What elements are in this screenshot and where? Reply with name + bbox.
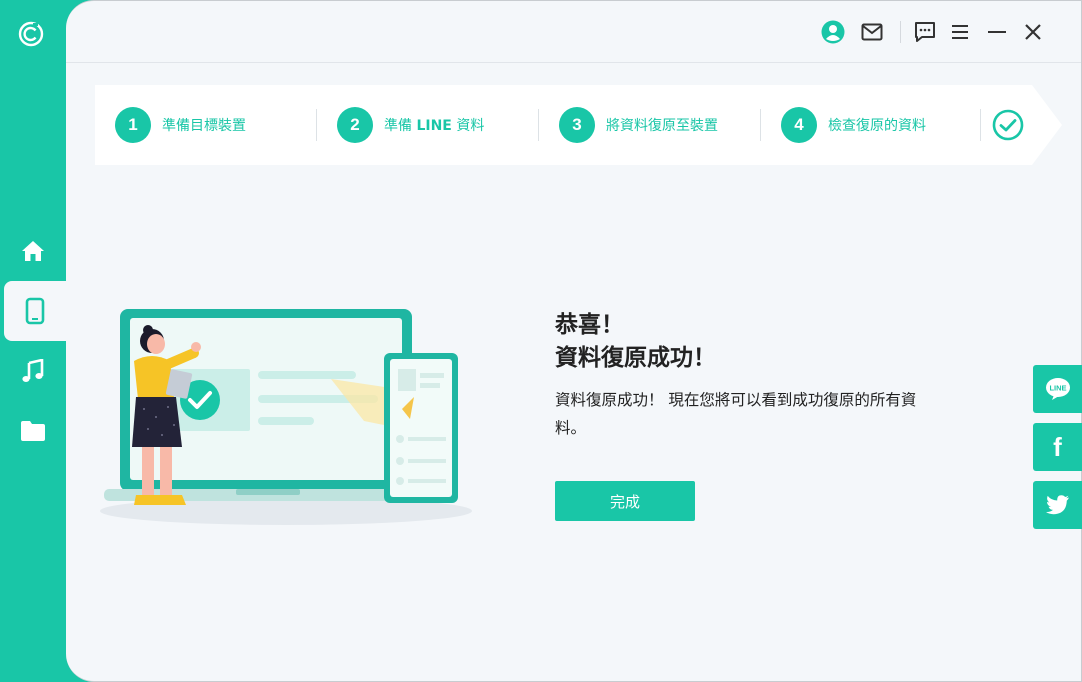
line-icon: LINE (1045, 378, 1070, 400)
step-number: 1 (115, 107, 151, 143)
step-number: 2 (337, 107, 373, 143)
step-4: 4 檢查復原的資料 (781, 85, 926, 165)
sidebar-item-files[interactable] (0, 401, 66, 461)
phone-icon (25, 297, 45, 325)
step-divider (980, 109, 981, 141)
step-divider (316, 109, 317, 141)
step-label: 檢查復原的資料 (828, 118, 926, 134)
step-label-post: 資料 (451, 118, 485, 134)
progress-steps: 1 準備目標裝置 2 準備 LINE 資料 3 將資料復原至裝置 4 檢查復原的… (95, 85, 1062, 165)
titlebar (66, 1, 1081, 63)
done-button[interactable]: 完成 (555, 481, 695, 521)
step-label-bold: LINE (416, 118, 452, 134)
step-label-pre: 準備 (384, 118, 417, 134)
twitter-share-button[interactable] (1033, 481, 1082, 529)
step-number: 3 (559, 107, 595, 143)
step-label: 準備目標裝置 (162, 118, 246, 134)
account-icon[interactable] (821, 20, 845, 44)
app-logo-icon (18, 21, 44, 47)
line-icon-text: LINE (1049, 384, 1066, 393)
main-panel: 1 準備目標裝置 2 準備 LINE 資料 3 將資料復原至裝置 4 檢查復原的… (66, 0, 1082, 682)
folder-icon (21, 421, 45, 441)
sidebar-item-home[interactable] (0, 221, 66, 281)
sidebar-item-device[interactable] (4, 281, 66, 341)
step-3: 3 將資料復原至裝置 (559, 85, 718, 165)
facebook-icon: f (1053, 431, 1062, 462)
step-1: 1 準備目標裝置 (115, 85, 246, 165)
mail-icon[interactable] (860, 20, 884, 44)
step-label: 將資料復原至裝置 (606, 118, 718, 134)
step-2: 2 準備 LINE 資料 (337, 85, 484, 165)
step-label: 準備 LINE 資料 (384, 115, 484, 135)
line-share-button[interactable]: LINE (1033, 365, 1082, 413)
sidebar (0, 0, 66, 682)
success-illustration (100, 309, 472, 525)
success-description: 資料復原成功！ 現在您將可以看到成功復原的所有資料。 (555, 391, 917, 437)
music-icon (22, 359, 44, 382)
home-icon (22, 241, 44, 261)
success-title-line-2: 資料復原成功！ (555, 344, 716, 371)
minimize-icon[interactable] (985, 20, 1009, 44)
step-number: 4 (781, 107, 817, 143)
menu-icon[interactable] (948, 20, 972, 44)
step-5 (992, 85, 1024, 165)
check-circle-icon (992, 109, 1024, 141)
facebook-share-button[interactable]: f (1033, 423, 1082, 471)
step-divider (760, 109, 761, 141)
feedback-icon[interactable] (913, 20, 937, 44)
close-icon[interactable] (1021, 20, 1045, 44)
step-divider (538, 109, 539, 141)
success-title-line-1: 恭喜！ (555, 311, 624, 338)
titlebar-divider (900, 21, 901, 43)
twitter-icon (1045, 495, 1069, 515)
sidebar-item-music[interactable] (0, 341, 66, 401)
